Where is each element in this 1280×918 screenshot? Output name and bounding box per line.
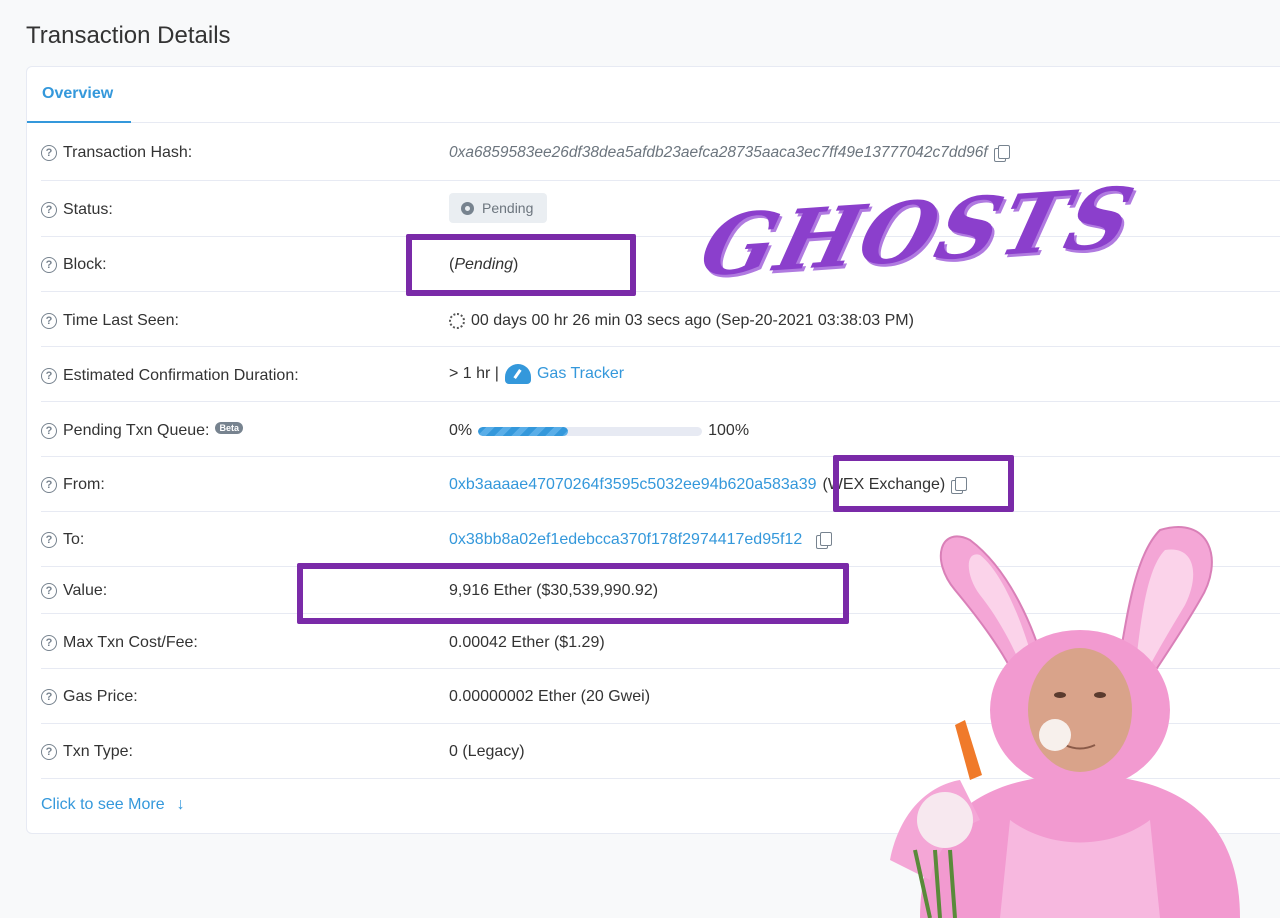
help-icon[interactable]: ? (41, 368, 57, 384)
help-icon[interactable]: ? (41, 744, 57, 760)
row-label: Transaction Hash: (63, 144, 193, 161)
row-label: Estimated Confirmation Duration: (63, 367, 299, 384)
help-icon[interactable]: ? (41, 313, 57, 329)
spinner-icon (449, 313, 465, 329)
row-label: Txn Type: (63, 743, 133, 760)
status-text: Pending (482, 200, 534, 216)
transaction-hash-value: 0xa6859583ee26df38dea5afdb23aefca28735aa… (449, 144, 988, 161)
to-address-link[interactable]: 0x38bb8a02ef1edebcca370f178f2974417ed95f… (449, 531, 802, 549)
row-label: Value: (63, 582, 108, 599)
row-from: ? From: 0xb3aaaae47070264f3595c5032ee94b… (41, 457, 1280, 512)
page-title: Transaction Details (26, 22, 231, 49)
help-icon[interactable]: ? (41, 583, 57, 599)
arrow-down-icon: ↓ (176, 796, 185, 813)
copy-icon[interactable] (816, 532, 833, 549)
row-label: Time Last Seen: (63, 312, 179, 329)
pending-icon (461, 201, 474, 215)
duration-value: > 1 hr | (449, 365, 499, 382)
row-label: Status: (63, 201, 113, 218)
queue-end-label: 100% (708, 422, 750, 439)
row-label: From: (63, 476, 105, 493)
txn-type-value: 0 (Legacy) (449, 743, 525, 760)
highlight-box-value (297, 563, 849, 624)
pink-bunny-person-image (890, 526, 1240, 918)
row-pending-queue: ? Pending Txn Queue: Beta 0% 100% (41, 402, 1280, 457)
queue-progress-bar (478, 426, 703, 436)
tab-bar: Overview (27, 67, 1280, 123)
row-label: Block: (63, 256, 107, 273)
row-label: Pending Txn Queue: (63, 422, 210, 439)
row-time-last-seen: ? Time Last Seen: 00 days 00 hr 26 min 0… (41, 292, 1280, 347)
queue-start-label: 0% (449, 422, 473, 439)
from-address-link[interactable]: 0xb3aaaae47070264f3595c5032ee94b620a583a… (449, 476, 816, 494)
max-fee-value: 0.00042 Ether ($1.29) (449, 634, 605, 651)
row-label: Max Txn Cost/Fee: (63, 634, 198, 651)
copy-icon[interactable] (993, 145, 1010, 162)
queue-progress-fill (478, 426, 568, 436)
help-icon[interactable]: ? (41, 477, 57, 493)
gas-tracker-link[interactable]: Gas Tracker (537, 365, 624, 383)
gas-gauge-icon (504, 364, 531, 384)
help-icon[interactable]: ? (41, 145, 57, 161)
help-icon[interactable]: ? (41, 423, 57, 439)
see-more-label: Click to see More (41, 796, 165, 813)
tab-overview[interactable]: Overview (27, 67, 131, 123)
row-confirmation-duration: ? Estimated Confirmation Duration: > 1 h… (41, 347, 1280, 402)
beta-badge: Beta (215, 422, 243, 434)
highlight-box-block (406, 234, 636, 296)
help-icon[interactable]: ? (41, 635, 57, 651)
row-label: To: (63, 531, 85, 548)
see-more-link[interactable]: Click to see More ↓ (41, 796, 185, 814)
help-icon[interactable]: ? (41, 689, 57, 705)
help-icon[interactable]: ? (41, 257, 57, 273)
gas-price-value: 0.00000002 Ether (20 Gwei) (449, 688, 651, 705)
status-badge: Pending (449, 193, 548, 223)
row-label: Gas Price: (63, 688, 138, 705)
help-icon[interactable]: ? (41, 202, 57, 218)
help-icon[interactable]: ? (41, 532, 57, 548)
time-last-seen-value: 00 days 00 hr 26 min 03 secs ago (Sep-20… (471, 312, 914, 329)
highlight-box-exchange (833, 455, 1014, 512)
